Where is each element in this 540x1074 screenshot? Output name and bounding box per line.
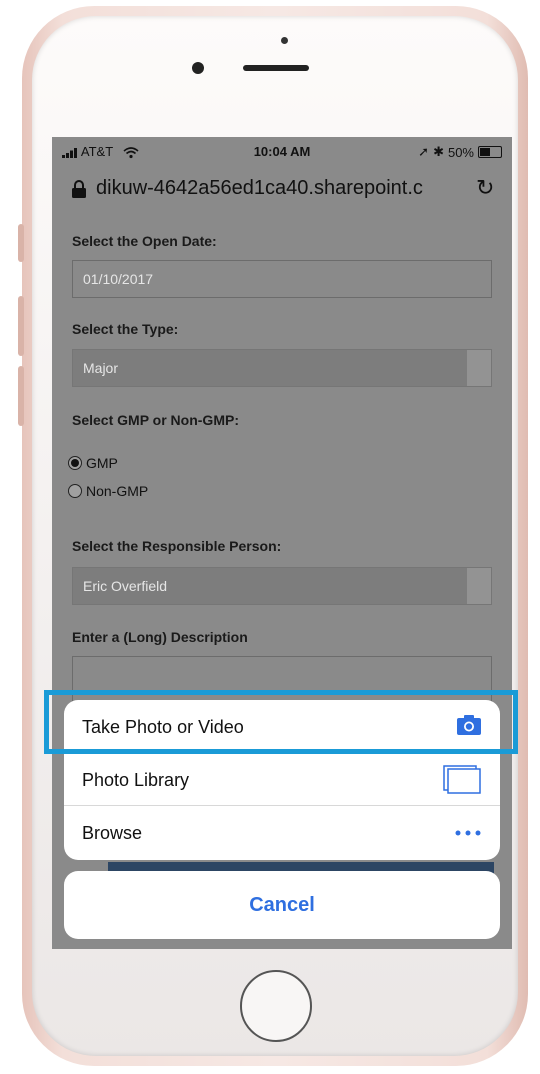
- responsible-label: Select the Responsible Person:: [72, 538, 282, 554]
- bluetooth-icon: ✱: [433, 144, 444, 159]
- reload-icon[interactable]: ↻: [476, 175, 494, 201]
- photo-library-option[interactable]: Photo Library: [64, 753, 500, 806]
- type-select-value: Major: [83, 360, 119, 376]
- mute-switch: [18, 224, 24, 262]
- cancel-button[interactable]: Cancel: [64, 871, 500, 939]
- browse-label: Browse: [82, 823, 143, 843]
- status-right: ➚ ✱ 50%: [418, 144, 502, 160]
- open-date-input[interactable]: 01/10/2017: [72, 260, 492, 298]
- radio-non-gmp-button[interactable]: [68, 484, 82, 498]
- radio-gmp[interactable]: GMP: [68, 455, 118, 471]
- proximity-sensor: [281, 37, 288, 44]
- description-label: Enter a (Long) Description: [72, 629, 248, 645]
- radio-non-gmp[interactable]: Non-GMP: [68, 483, 148, 499]
- url-text: dikuw-4642a56ed1ca40.sharepoint.c: [96, 177, 423, 199]
- photo-library-icon: [443, 765, 481, 794]
- highlight-box: [44, 690, 518, 754]
- radio-gmp-button[interactable]: [68, 456, 82, 470]
- browse-option[interactable]: Browse: [64, 806, 500, 859]
- gmp-label: Select GMP or Non-GMP:: [72, 412, 239, 428]
- lock-icon: [72, 180, 86, 198]
- earpiece-speaker: [243, 65, 309, 71]
- home-button[interactable]: [240, 970, 312, 1042]
- volume-down-button: [18, 366, 24, 426]
- type-label: Select the Type:: [72, 321, 179, 337]
- chevron-down-icon: [467, 350, 491, 386]
- battery-percent: 50%: [447, 144, 474, 160]
- front-camera: [192, 62, 204, 74]
- status-bar: AT&T 10:04 AM ➚ ✱ 50%: [52, 137, 512, 165]
- chevron-down-icon: [467, 568, 491, 604]
- open-date-label: Select the Open Date:: [72, 233, 217, 249]
- type-select[interactable]: Major: [72, 349, 492, 387]
- radio-non-gmp-label: Non-GMP: [86, 483, 149, 499]
- location-icon: ➚: [418, 144, 430, 159]
- cancel-label: Cancel: [249, 894, 315, 916]
- screen: AT&T 10:04 AM ➚ ✱ 50% dikuw-4642a56ed1ca…: [52, 137, 512, 949]
- more-icon: [455, 830, 481, 836]
- volume-up-button: [18, 296, 24, 356]
- address-bar[interactable]: dikuw-4642a56ed1ca40.sharepoint.c ↻: [52, 167, 512, 211]
- radio-gmp-label: GMP: [86, 455, 118, 471]
- photo-library-label: Photo Library: [82, 770, 190, 790]
- responsible-select-value: Eric Overfield: [83, 578, 168, 594]
- responsible-select[interactable]: Eric Overfield: [72, 567, 492, 605]
- battery-icon: [478, 146, 502, 158]
